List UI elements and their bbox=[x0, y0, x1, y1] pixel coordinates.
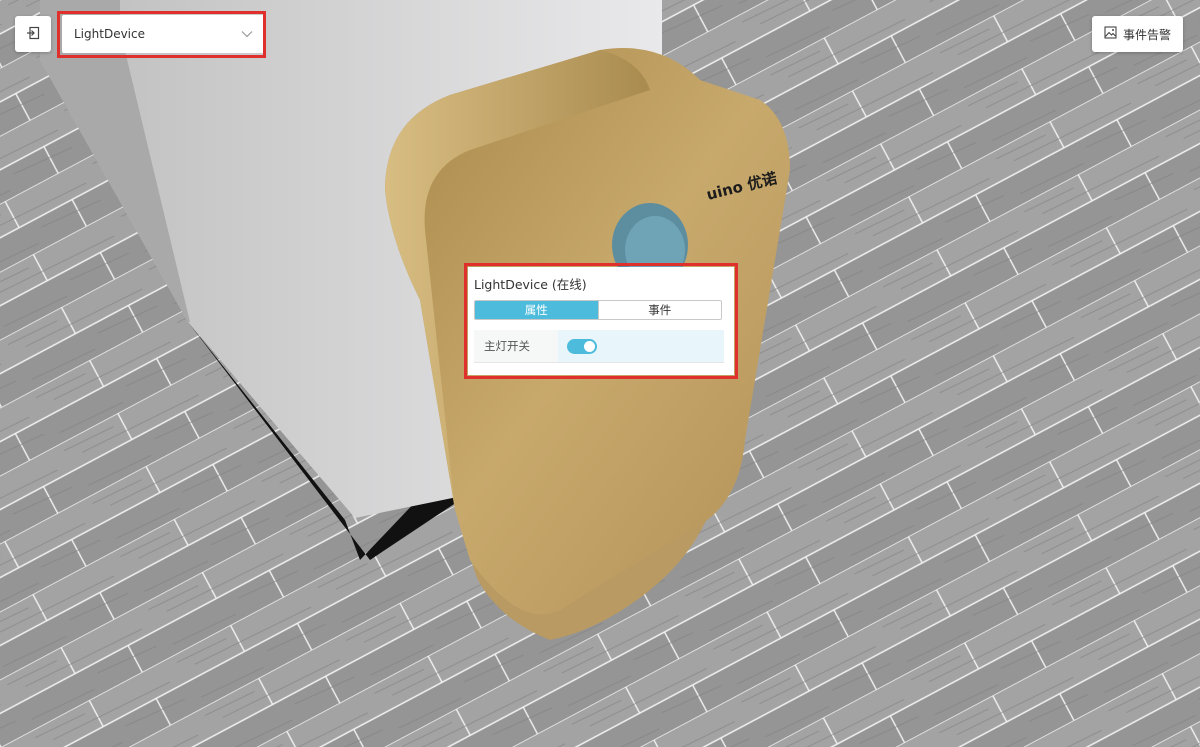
exit-icon bbox=[26, 25, 40, 44]
event-alarm-label: 事件告警 bbox=[1122, 27, 1171, 42]
exit-button[interactable] bbox=[15, 16, 51, 52]
event-alarm-button[interactable]: 事件告警 bbox=[1092, 16, 1183, 52]
device-panel-highlight bbox=[464, 263, 738, 379]
image-icon bbox=[1104, 26, 1117, 42]
device-select-highlight bbox=[57, 11, 266, 58]
